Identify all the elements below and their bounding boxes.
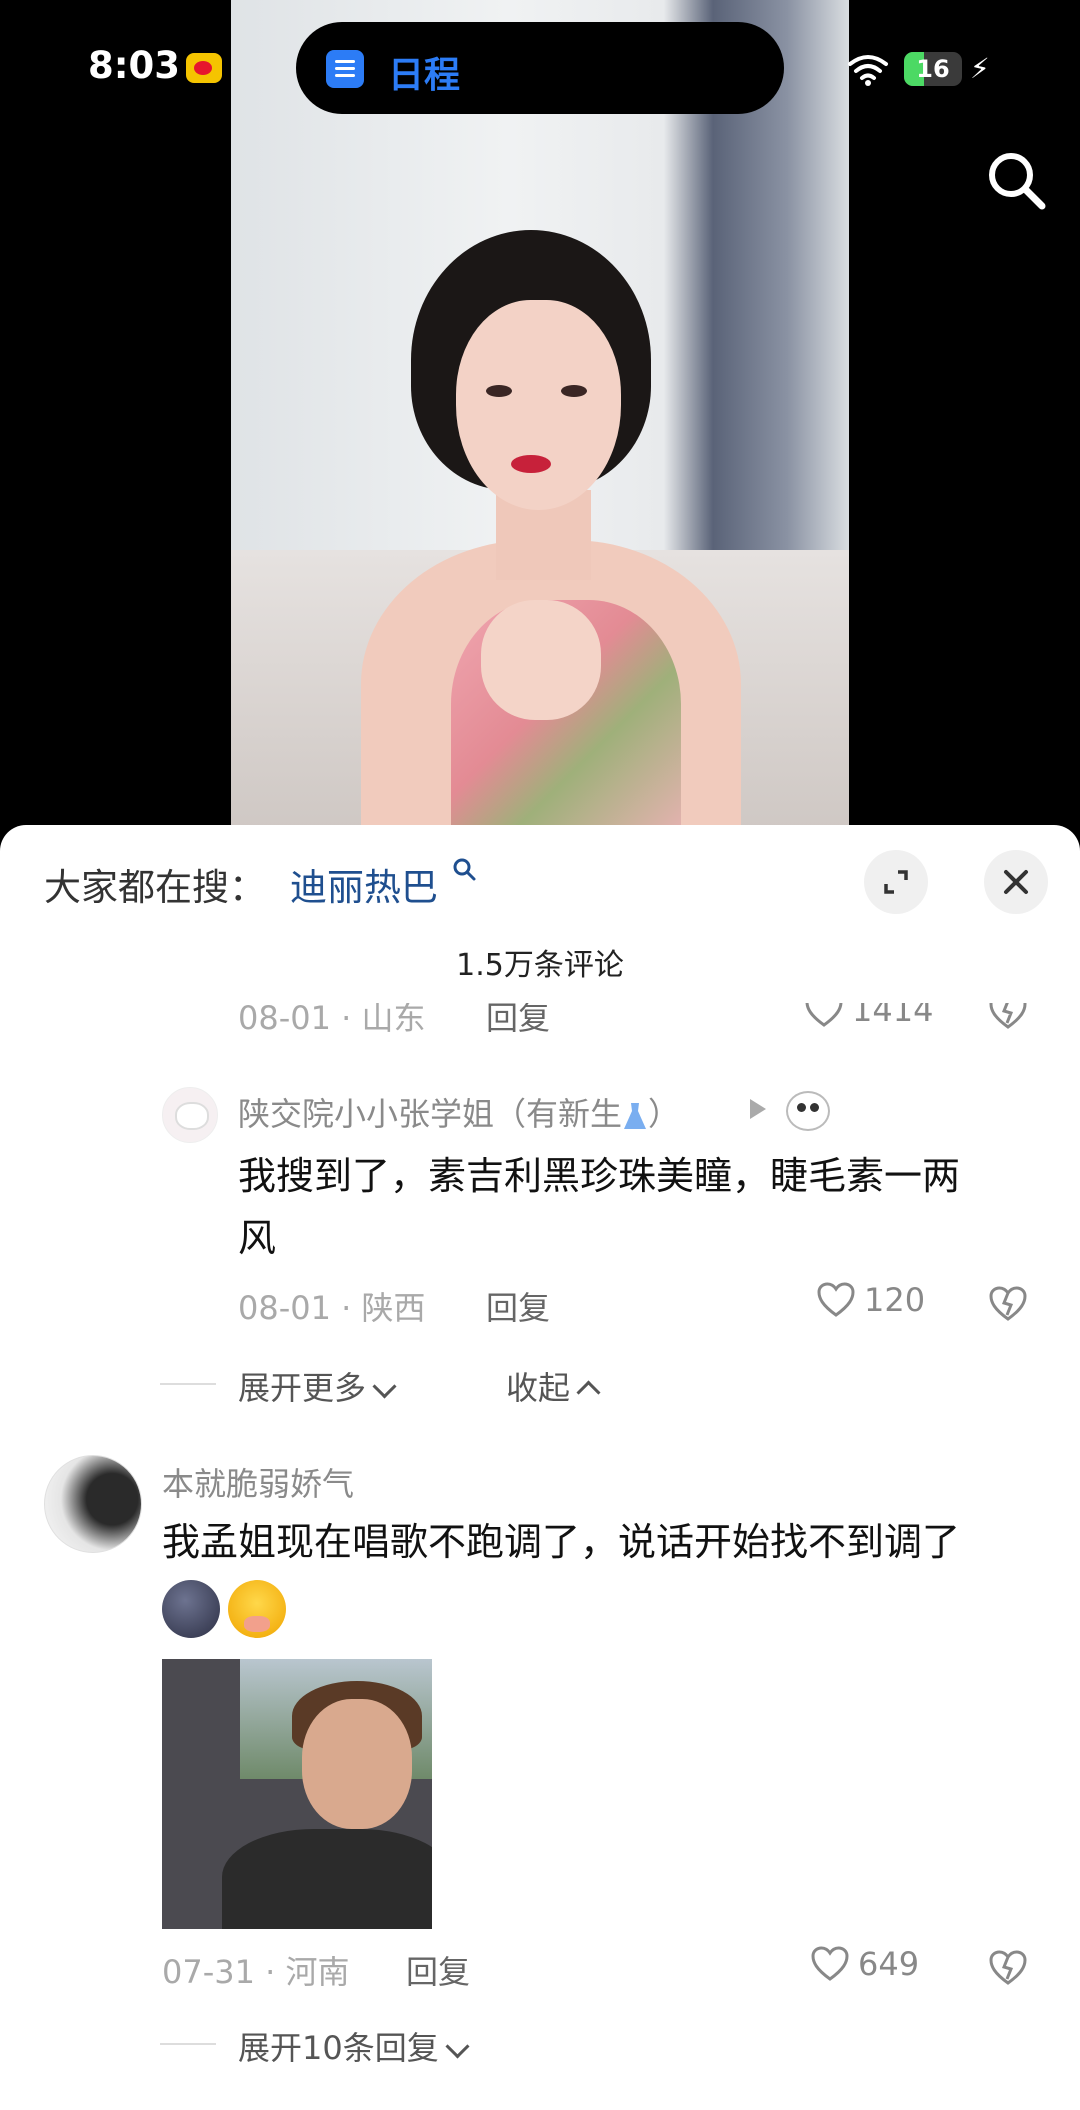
reply-button[interactable]: 回复 (486, 1003, 550, 1037)
like-count: 649 (858, 1945, 920, 1983)
heart-icon (811, 1946, 849, 1981)
like-button[interactable]: 649 (810, 1945, 919, 1983)
play-icon (750, 1099, 766, 1119)
comment-text-line: 我孟姐现在唱歌不跑调了，说话开始找不到调了 (162, 1520, 961, 1564)
panda-icon (786, 1091, 830, 1131)
comment-username[interactable]: 本就脆弱娇气 (162, 1459, 354, 1505)
comment-date-location: 08-01 · 山东 (238, 1003, 426, 1037)
hot-search-label: 大家都在搜： (44, 866, 266, 909)
hot-search-term-link[interactable]: 迪丽热巴 (290, 857, 438, 911)
comment-date-location: 08-01 · 陕西 (238, 1289, 426, 1327)
reply-button[interactable]: 回复 (406, 1947, 470, 1993)
dislike-icon[interactable] (988, 1285, 1028, 1323)
scrolled-comment-meta-row: 08-01 · 山东 回复 1414 (0, 1003, 1080, 1037)
chevron-down-icon (445, 2034, 470, 2059)
small-search-icon[interactable] (450, 855, 480, 885)
dress-emoji-icon (624, 1103, 647, 1129)
like-count: 120 (864, 1281, 926, 1319)
comment-text: 我孟姐现在唱歌不跑调了，说话开始找不到调了 (162, 1511, 1042, 1638)
comment-text-line: 我搜到了，素吉利黑珍珠美瞳，睫毛素一两 (238, 1154, 961, 1198)
comment-username[interactable]: 陕交院小小张学姐（有新生 ） (238, 1089, 680, 1135)
calendar-icon (326, 50, 364, 88)
heart-icon (805, 1003, 843, 1027)
divider (160, 2043, 216, 2045)
expand-icon (884, 870, 908, 894)
status-bar: 8:03 日程 16 ⚡ (0, 0, 1080, 140)
crying-face-emoji-icon (228, 1579, 286, 1638)
collapse-button[interactable]: 收起 (506, 1363, 601, 1409)
expand-replies-label: 展开10条回复 (238, 2029, 439, 2067)
username-close-paren: ） (648, 1095, 681, 1133)
heart-icon (817, 1282, 855, 1317)
live-activity-detail-blurred (578, 56, 748, 84)
comment-image[interactable] (162, 1659, 432, 1929)
battery-level: 16 (916, 55, 950, 83)
battery-indicator: 16 (904, 52, 962, 86)
charging-bolt-icon: ⚡ (970, 52, 990, 85)
moon-face-emoji-icon (162, 1579, 220, 1638)
live-activity-label: 日程 (388, 55, 461, 96)
dislike-icon[interactable] (988, 1003, 1028, 1031)
close-icon (1004, 870, 1028, 894)
expand-more-button[interactable]: 展开更多 (238, 1363, 397, 1409)
chevron-up-icon (576, 1380, 601, 1405)
username-text: 陕交院小小张学姐（有新生 (238, 1095, 623, 1133)
comments-sheet: 大家都在搜： 迪丽热巴 1.5万条评论 08-01 · 山东 回复 1414 陕… (0, 825, 1080, 2110)
comment-count: 1.5万条评论 (456, 948, 624, 983)
avatar[interactable] (162, 1087, 218, 1143)
expand-replies-button[interactable]: 展开10条回复 (238, 2023, 470, 2069)
comment-emojis (162, 1575, 1042, 1638)
wifi-icon (848, 55, 888, 86)
collapse-label: 收起 (506, 1369, 571, 1407)
divider (160, 1383, 216, 1385)
like-count: 1414 (852, 1003, 934, 1029)
status-time: 8:03 (88, 44, 181, 87)
close-button[interactable] (984, 850, 1048, 914)
avatar[interactable] (44, 1455, 142, 1553)
like-button[interactable]: 1414 (804, 1003, 933, 1029)
reply-button[interactable]: 回复 (486, 1283, 550, 1329)
weibo-notification-icon (186, 53, 222, 83)
search-icon[interactable] (984, 148, 1048, 212)
comment-text: 我搜到了，素吉利黑珍珠美瞳，睫毛素一两 风 (238, 1145, 1038, 1269)
dislike-icon[interactable] (988, 1949, 1028, 1987)
expand-more-label: 展开更多 (238, 1369, 367, 1407)
comment-text-line: 风 (238, 1216, 277, 1260)
chevron-down-icon (372, 1374, 397, 1399)
expand-button[interactable] (864, 850, 928, 914)
like-button[interactable]: 120 (816, 1281, 925, 1319)
comment-date-location: 07-31 · 河南 (162, 1953, 350, 1991)
